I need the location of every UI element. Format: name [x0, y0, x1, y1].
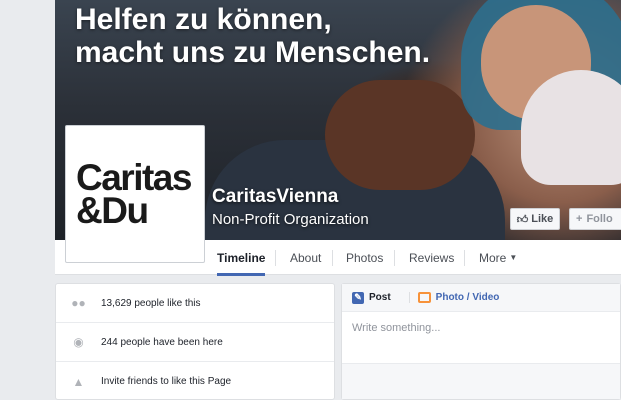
- pencil-icon: ✎: [352, 291, 364, 304]
- logo-line-2: &Du: [76, 190, 149, 231]
- cover-headline-line1: Helfen zu können,: [75, 3, 332, 36]
- tab-post[interactable]: ✎ Post: [352, 291, 399, 304]
- left-gutter: [0, 0, 55, 400]
- caritas-logo: Caritas &Du: [70, 130, 200, 258]
- about-card: ●● 13,629 people like this ◉ 244 people …: [55, 283, 335, 400]
- nav-divider: [332, 250, 333, 266]
- tab-more[interactable]: More ▼: [479, 240, 517, 275]
- page-title[interactable]: CaritasVienna: [212, 186, 338, 208]
- page-category[interactable]: Non-Profit Organization: [212, 211, 369, 228]
- follow-button[interactable]: + Follo: [569, 208, 621, 230]
- tab-reviews[interactable]: Reviews: [409, 240, 454, 275]
- invite-row[interactable]: ▲ Invite friends to like this Page: [56, 362, 334, 400]
- caret-down-icon: ▼: [509, 253, 518, 262]
- tab-photo-video[interactable]: Photo / Video: [408, 292, 508, 303]
- status-placeholder: Write something...: [352, 322, 441, 334]
- follow-button-label: Follo: [586, 213, 613, 225]
- likes-count-text: 13,629 people like this: [101, 297, 201, 309]
- nav-divider: [275, 250, 276, 266]
- checkins-row[interactable]: ◉ 244 people have been here: [56, 323, 334, 362]
- nav-divider: [464, 250, 465, 266]
- tab-more-label: More: [479, 250, 507, 265]
- likes-row[interactable]: ●● 13,629 people like this: [56, 284, 334, 323]
- post-tab-label: Post: [369, 292, 391, 303]
- post-composer: ✎ Post Photo / Video Write something...: [341, 283, 621, 400]
- cover-headline: Helfen zu können, macht uns zu Menschen.: [75, 3, 430, 69]
- tab-timeline[interactable]: Timeline: [217, 240, 266, 276]
- tab-about[interactable]: About: [290, 240, 321, 275]
- status-input[interactable]: Write something...: [342, 312, 620, 364]
- checkins-text: 244 people have been here: [101, 336, 223, 348]
- composer-tabs: ✎ Post Photo / Video: [342, 284, 620, 312]
- invite-friends-icon: ▲: [72, 374, 85, 389]
- location-pin-icon: ◉: [73, 335, 84, 349]
- invite-text: Invite friends to like this Page: [101, 376, 232, 387]
- profile-picture[interactable]: Caritas &Du: [65, 125, 205, 263]
- rss-follow-icon: +: [576, 213, 583, 225]
- photo-video-label: Photo / Video: [435, 292, 500, 303]
- tab-photos[interactable]: Photos: [346, 240, 383, 275]
- nav-divider: [394, 250, 395, 266]
- likes-icon: ●●: [71, 296, 86, 310]
- thumbs-up-icon: 👍︎: [516, 213, 529, 226]
- composer-footer: [342, 364, 620, 399]
- like-button-label: Like: [531, 213, 554, 225]
- cover-headline-line2: macht uns zu Menschen.: [75, 36, 431, 69]
- photo-icon: [417, 292, 431, 303]
- like-button[interactable]: 👍︎ Like: [510, 208, 560, 230]
